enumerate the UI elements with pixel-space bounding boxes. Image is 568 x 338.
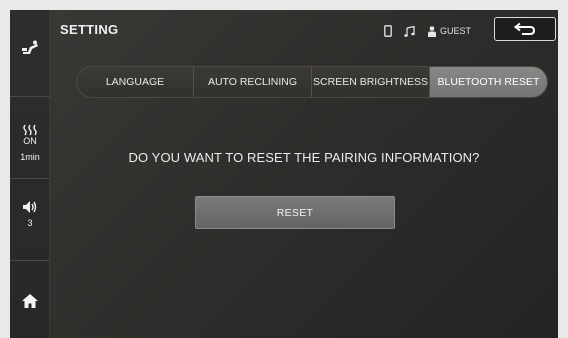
- user-label: GUEST: [440, 26, 472, 36]
- tab-language[interactable]: LANGUAGE: [77, 67, 194, 97]
- volume-control[interactable]: 3: [10, 200, 50, 229]
- music-note-icon: [404, 25, 415, 37]
- phone-icon: [384, 25, 392, 37]
- person-icon: [428, 25, 436, 37]
- home-button[interactable]: [10, 294, 50, 308]
- reset-question: DO YOU WANT TO RESET THE PAIRING INFORMA…: [128, 150, 480, 165]
- tab-auto-reclining[interactable]: AUTO RECLINING: [194, 67, 312, 97]
- phone-status: [384, 23, 392, 39]
- back-button[interactable]: [494, 17, 556, 41]
- sidebar-divider: [10, 260, 50, 261]
- back-arrow-icon: [514, 22, 536, 35]
- heat-state: ON: [23, 136, 37, 146]
- screen: ON 1min 3 SETTING GUEST LANGUAGE AUTO RE…: [10, 10, 558, 338]
- tab-bluetooth-reset[interactable]: BLUETOOTH RESET: [430, 67, 547, 97]
- home-icon: [22, 294, 38, 308]
- massage-chair-button[interactable]: [10, 40, 50, 56]
- sidebar-divider: [10, 96, 50, 97]
- sidebar-divider: [10, 178, 50, 179]
- page-title: SETTING: [60, 22, 119, 37]
- speaker-icon: [23, 201, 37, 213]
- sidebar: ON 1min 3: [10, 10, 50, 338]
- music-status: [404, 23, 415, 39]
- reset-button[interactable]: RESET: [195, 196, 395, 229]
- settings-tabs: LANGUAGE AUTO RECLINING SCREEN BRIGHTNES…: [76, 66, 548, 98]
- tab-screen-brightness[interactable]: SCREEN BRIGHTNESS: [312, 67, 430, 97]
- massage-chair-icon: [22, 40, 38, 54]
- volume-level: 3: [27, 218, 33, 228]
- heat-time: 1min: [20, 152, 40, 162]
- user-status: GUEST: [428, 23, 471, 39]
- heat-waves-icon: [23, 124, 37, 136]
- heat-control[interactable]: ON 1min: [10, 124, 50, 163]
